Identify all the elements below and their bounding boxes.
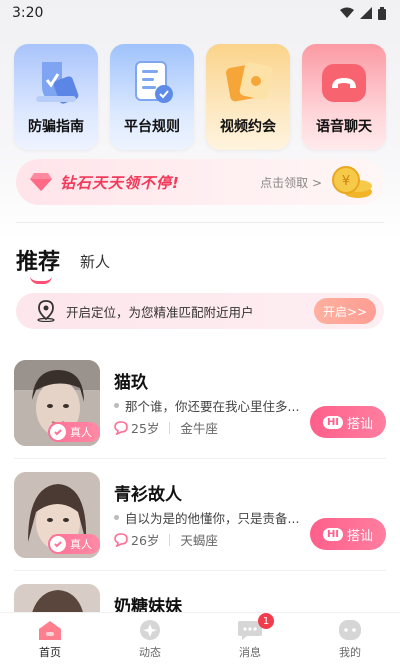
hi-icon: HI bbox=[322, 527, 344, 541]
user-meta: 25岁 金牛座 bbox=[114, 418, 218, 437]
nav-label: 首页 bbox=[39, 646, 61, 659]
user-age: 25岁 bbox=[131, 421, 160, 436]
user-meta: 26岁 天蝎座 bbox=[114, 530, 218, 549]
nav-label: 动态 bbox=[139, 646, 161, 659]
location-prompt-text: 开启定位，为您精准匹配附近用户 bbox=[66, 304, 254, 320]
tab-label: 推荐 bbox=[16, 250, 61, 275]
user-name: 青衫故人 bbox=[114, 485, 182, 505]
moments-icon bbox=[140, 620, 160, 640]
anti-fraud-guide-card[interactable]: 防骗指南 bbox=[14, 44, 98, 150]
quick-action-label: 平台规则 bbox=[124, 119, 180, 135]
row-divider bbox=[14, 570, 386, 571]
avatar-photo bbox=[14, 584, 100, 612]
user-signature: 那个谁，你还要在我心里住多... bbox=[114, 396, 304, 415]
verified-label: 真人 bbox=[70, 426, 92, 439]
signal-icon bbox=[360, 7, 372, 19]
greet-button[interactable]: HI 搭讪 bbox=[310, 518, 386, 550]
platform-rules-card[interactable]: 平台规则 bbox=[110, 44, 194, 150]
diamond-icon bbox=[30, 173, 52, 191]
user-name: 奶糖妹妹 bbox=[114, 597, 182, 612]
diamond-reward-banner[interactable]: 钻石天天领不停! 点击领取 > ¥ bbox=[16, 159, 384, 205]
enable-location-button[interactable]: 开启>> bbox=[314, 298, 376, 324]
verified-badge: 真人 bbox=[48, 422, 100, 442]
feed-tabs: 推荐 新人 bbox=[16, 244, 110, 284]
quick-action-label: 语音聊天 bbox=[316, 119, 372, 135]
location-pin-icon bbox=[37, 300, 55, 322]
video-date-card[interactable]: 视频约会 bbox=[206, 44, 290, 150]
video-cards-icon bbox=[226, 62, 273, 102]
claim-link[interactable]: 点击领取 > bbox=[260, 174, 322, 191]
tab-indicator bbox=[30, 276, 52, 284]
greet-button[interactable]: HI 搭讪 bbox=[310, 406, 386, 438]
battery-icon bbox=[378, 6, 386, 20]
greet-label: 搭讪 bbox=[347, 416, 374, 432]
user-name: 猫玖 bbox=[114, 373, 148, 393]
gender-female-icon bbox=[114, 420, 128, 435]
svg-text:¥: ¥ bbox=[342, 174, 350, 189]
status-bar: 3:20 bbox=[0, 0, 400, 26]
verified-badge: 真人 bbox=[48, 534, 100, 554]
verified-label: 真人 bbox=[70, 538, 92, 551]
row-divider bbox=[14, 458, 386, 459]
unread-badge: 1 bbox=[258, 613, 274, 629]
hi-icon: HI bbox=[322, 415, 344, 429]
tab-new[interactable]: 新人 bbox=[80, 251, 110, 284]
coins-icon: ¥ bbox=[332, 166, 372, 198]
shield-phone-icon bbox=[36, 62, 79, 104]
user-zodiac: 金牛座 bbox=[180, 421, 218, 436]
user-age: 26岁 bbox=[131, 533, 160, 548]
profile-icon bbox=[339, 620, 361, 640]
nav-label: 消息 bbox=[239, 646, 261, 659]
avatar[interactable] bbox=[14, 584, 100, 612]
user-card[interactable]: 奶糖妹妹 bbox=[14, 584, 386, 612]
gender-female-icon bbox=[114, 532, 128, 547]
user-signature: 自以为是的他懂你，只是责备... bbox=[114, 508, 304, 527]
bottom-nav: 首页 动态 1 消息 我的 bbox=[0, 612, 400, 666]
wifi-icon bbox=[340, 7, 354, 18]
section-divider bbox=[16, 222, 384, 223]
nav-moments[interactable]: 动态 bbox=[100, 619, 200, 660]
quick-actions: 防骗指南 平台规则 视频约会 语音聊天 bbox=[14, 44, 386, 150]
quick-action-label: 视频约会 bbox=[220, 119, 276, 135]
banner-title: 钻石天天领不停! bbox=[60, 173, 180, 192]
status-time: 3:20 bbox=[12, 5, 44, 21]
user-card[interactable]: 真人 青衫故人 自以为是的他懂你，只是责备... 26岁 天蝎座 HI 搭讪 bbox=[14, 472, 386, 562]
document-icon bbox=[135, 61, 173, 103]
nav-label: 我的 bbox=[339, 646, 361, 659]
meta-separator bbox=[169, 421, 171, 434]
meta-separator bbox=[169, 533, 171, 546]
nav-profile[interactable]: 我的 bbox=[300, 619, 400, 660]
phone-icon bbox=[322, 64, 366, 102]
verified-icon bbox=[50, 424, 66, 440]
user-card[interactable]: 真人 猫玖 那个谁，你还要在我心里住多... 25岁 金牛座 HI 搭讪 bbox=[14, 360, 386, 450]
location-prompt: 开启定位，为您精准匹配附近用户 开启>> bbox=[16, 293, 384, 329]
nav-messages[interactable]: 1 消息 bbox=[200, 613, 300, 660]
tab-recommend[interactable]: 推荐 bbox=[16, 244, 60, 284]
nav-home[interactable]: 首页 bbox=[0, 619, 100, 660]
status-icons bbox=[340, 6, 386, 20]
voice-chat-card[interactable]: 语音聊天 bbox=[302, 44, 386, 150]
greet-label: 搭讪 bbox=[347, 528, 374, 544]
user-zodiac: 天蝎座 bbox=[180, 533, 218, 548]
home-icon bbox=[39, 621, 61, 640]
quick-action-label: 防骗指南 bbox=[28, 119, 84, 135]
verified-icon bbox=[50, 536, 66, 552]
